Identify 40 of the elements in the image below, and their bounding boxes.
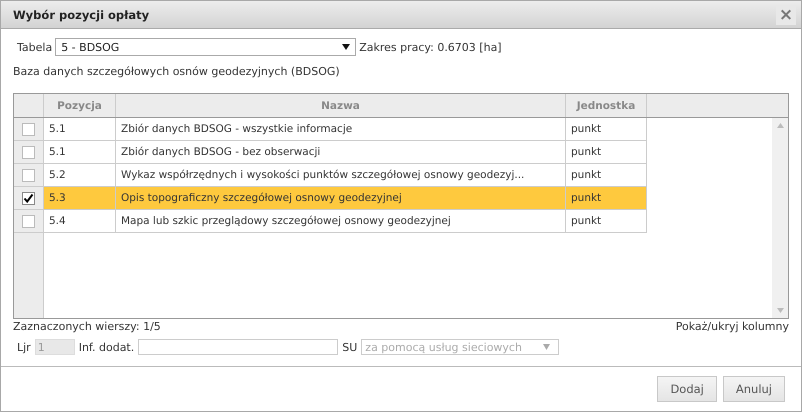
table-dropdown[interactable]: 5 - BDSOG bbox=[55, 38, 356, 56]
selection-count-text: Zaznaczonych wierszy: 1/5 bbox=[13, 320, 161, 334]
show-hide-columns-link[interactable]: Pokaż/ukryj kolumny bbox=[676, 320, 789, 334]
table-cell: 5.4 bbox=[44, 210, 116, 233]
table-row[interactable]: 5.4 Mapa lub szkic przeglądowy szczegółowej osnowy geodezyjnej punkt bbox=[14, 210, 647, 233]
field-label: SU bbox=[342, 340, 358, 354]
header-corner-cell bbox=[14, 94, 44, 117]
table-cell: punkt bbox=[566, 118, 647, 141]
dialog-button[interactable]: Dodaj bbox=[657, 376, 717, 402]
table-cell: punkt bbox=[566, 210, 647, 233]
work-range-text: Zakres pracy: 0.6703 [ha] bbox=[359, 40, 502, 54]
table-cell: Opis topograficzny szczegółowej osnowy geodezyjnej bbox=[116, 187, 566, 210]
window-title: Wybór pozycji opłaty bbox=[13, 8, 150, 22]
table-cell: Mapa lub szkic przeglądowy szczegółowej osnowy geodezyjnej bbox=[116, 210, 566, 233]
scroll-down-icon[interactable] bbox=[776, 308, 784, 313]
checkbox[interactable] bbox=[22, 214, 35, 228]
table-row[interactable]: 5.1 Zbiór danych BDSOG - bez obserwacji punkt bbox=[14, 141, 647, 164]
dialog-button[interactable]: Anuluj bbox=[722, 376, 785, 402]
checkbox[interactable] bbox=[22, 122, 35, 136]
field-label: Inf. dodat. bbox=[78, 340, 134, 354]
checkbox[interactable] bbox=[22, 192, 35, 204]
table-row[interactable]: 5.1 Zbiór danych BDSOG - wszystkie informacje punkt bbox=[14, 118, 647, 141]
scrollbar[interactable] bbox=[772, 118, 788, 318]
table-cell: 5.1 bbox=[44, 118, 116, 141]
field-label: Ljr bbox=[17, 340, 31, 354]
field-label: Tabela bbox=[17, 40, 52, 54]
table-cell: punkt bbox=[566, 141, 647, 164]
table-cell: punkt bbox=[566, 187, 647, 210]
table-cell: 5.3 bbox=[44, 187, 116, 210]
table-cell: Zbiór danych BDSOG - bez obserwacji bbox=[116, 141, 566, 164]
table-row[interactable]: 5.3 Opis topograficzny szczegółowej osnowy geodezyjnej punkt bbox=[14, 187, 647, 210]
scroll-up-icon[interactable] bbox=[776, 123, 784, 128]
dropdown-arrow-icon bbox=[342, 44, 350, 50]
description-text: Baza danych szczegółowych osnów geodezyjnych (BDSOG) bbox=[13, 65, 341, 79]
checkbox[interactable] bbox=[22, 146, 35, 158]
table-cell: Zbiór danych BDSOG - wszystkie informacje bbox=[116, 118, 566, 141]
checkbox[interactable] bbox=[22, 168, 35, 182]
info-field[interactable] bbox=[138, 339, 338, 355]
dropdown-arrow-icon bbox=[543, 344, 550, 350]
table-cell: 5.1 bbox=[44, 141, 116, 164]
